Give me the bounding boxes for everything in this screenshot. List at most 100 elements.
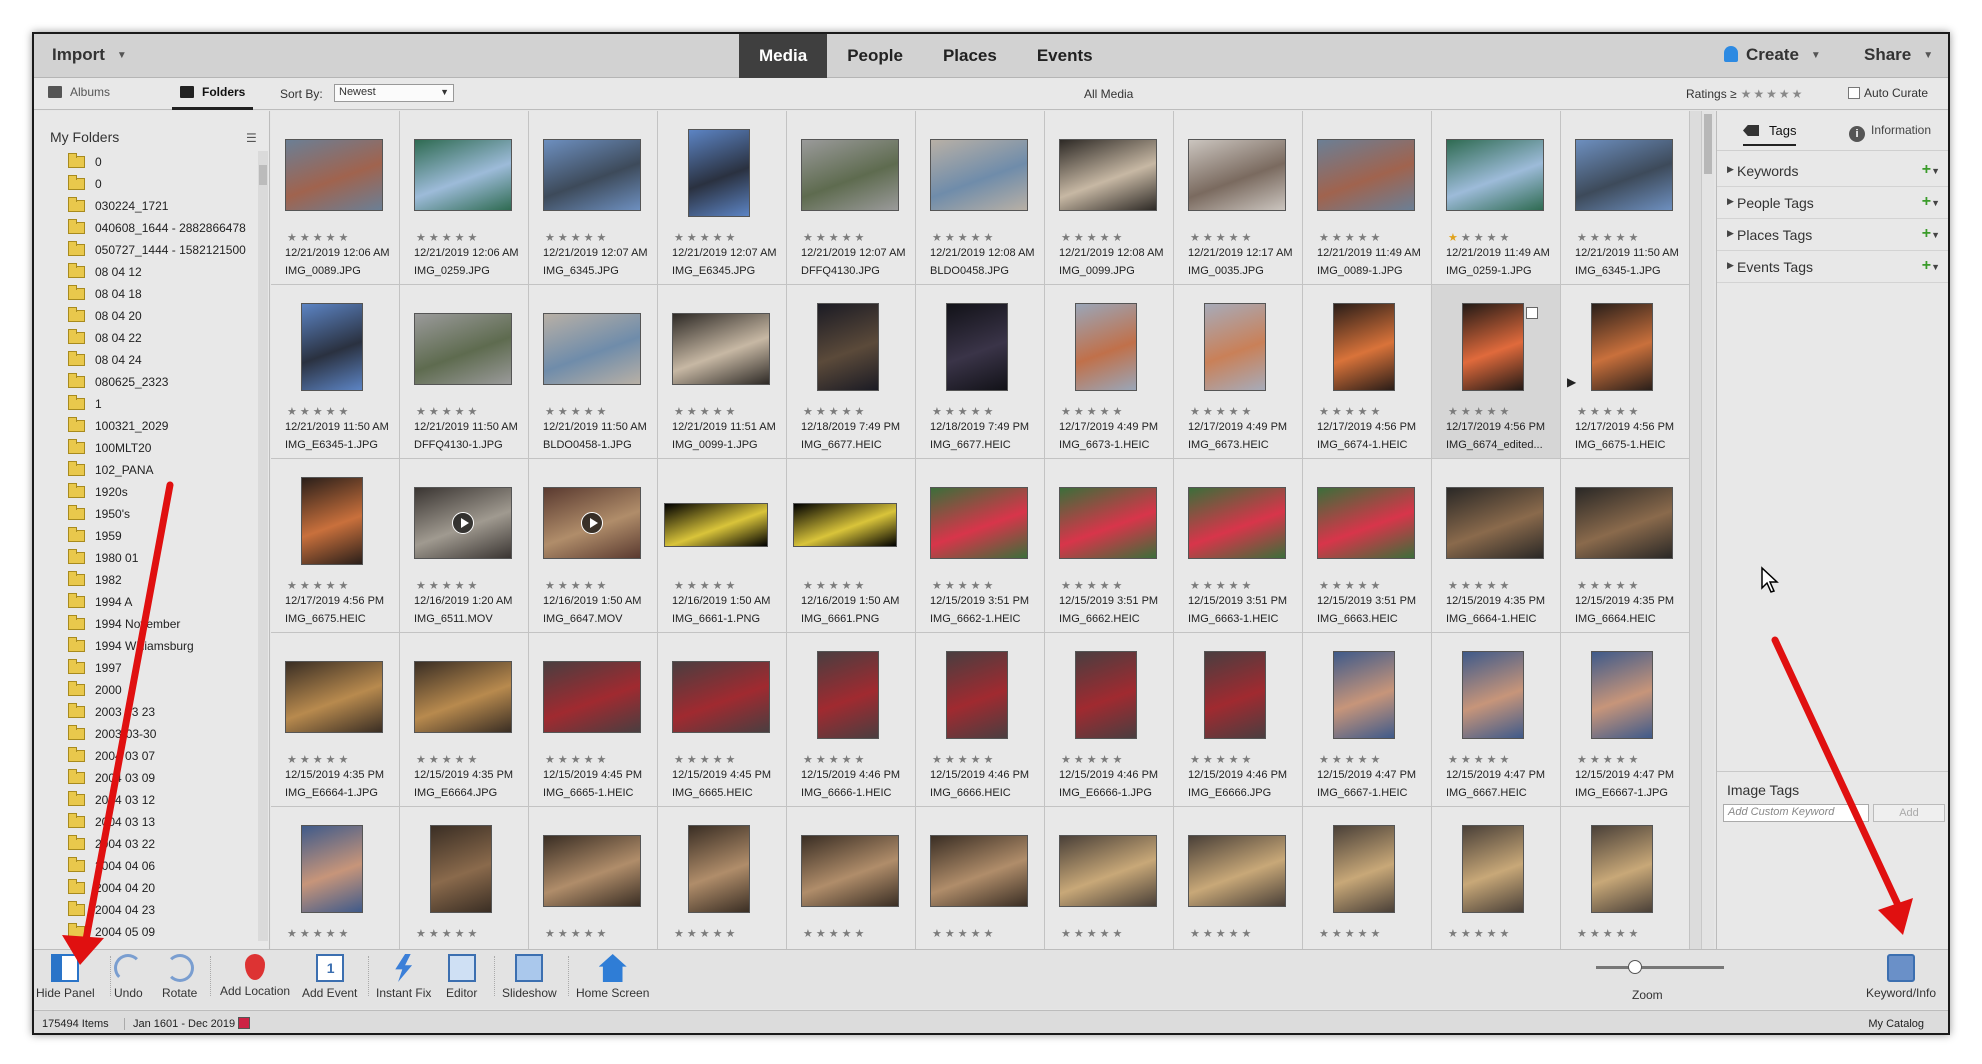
media-tile[interactable]: ★★★★★ 12/21/2019 11:50 AM DFFQ4130-1.JPG <box>400 285 529 459</box>
media-tile[interactable]: ★★★★★ 12/21/2019 12:08 AM BLDO0458.JPG <box>916 111 1045 285</box>
folder-item[interactable]: 08 04 22 <box>68 327 258 349</box>
media-thumbnail[interactable] <box>1462 825 1524 913</box>
media-thumbnail[interactable] <box>793 503 897 547</box>
auto-curate-toggle[interactable]: Auto Curate <box>1848 86 1928 100</box>
folder-item[interactable]: 2004 04 23 <box>68 899 258 921</box>
media-tile[interactable]: ★★★★★ 12/15/2019 4:35 PM IMG_E6664-1.JPG <box>271 633 400 807</box>
folder-item[interactable]: 08 04 20 <box>68 305 258 327</box>
star-rating[interactable]: ★★★★★ <box>1577 405 1641 418</box>
star-rating[interactable]: ★★★★★ <box>1061 405 1125 418</box>
media-thumbnail[interactable] <box>1575 139 1673 211</box>
expand-icon[interactable]: ▶ <box>1727 260 1734 271</box>
media-thumbnail[interactable] <box>1591 651 1653 739</box>
star-rating[interactable]: ★★★★★ <box>932 579 996 592</box>
media-tile[interactable]: ★★★★★ <box>1303 807 1432 949</box>
star-rating[interactable]: ★★★★★ <box>932 405 996 418</box>
star-rating[interactable]: ★★★★★ <box>1190 753 1254 766</box>
media-thumbnail[interactable] <box>930 835 1028 907</box>
star-rating[interactable]: ★★★★★ <box>416 927 480 940</box>
media-thumbnail[interactable] <box>301 477 363 565</box>
star-rating[interactable]: ★★★★★ <box>803 231 867 244</box>
star-rating[interactable]: ★★★★★ <box>1319 405 1383 418</box>
media-thumbnail[interactable] <box>1591 303 1653 391</box>
star-rating[interactable]: ★★★★★ <box>803 927 867 940</box>
media-thumbnail[interactable] <box>1333 825 1395 913</box>
folder-item[interactable]: 0 <box>68 151 258 173</box>
media-tile[interactable]: ★★★★★ <box>916 807 1045 949</box>
people-tags-section[interactable]: ▶ People Tags +▼ <box>1717 187 1948 219</box>
star-rating[interactable]: ★★★★★ <box>1061 231 1125 244</box>
media-thumbnail[interactable] <box>672 313 770 385</box>
media-thumbnail[interactable] <box>946 651 1008 739</box>
star-rating[interactable]: ★★★★★ <box>1319 927 1383 940</box>
media-thumbnail[interactable] <box>1317 139 1415 211</box>
tab-tags[interactable]: Tags <box>1743 123 1797 146</box>
star-rating[interactable]: ★★★★★ <box>287 579 351 592</box>
media-tile[interactable]: ★★★★★ 12/17/2019 4:49 PM IMG_6673-1.HEIC <box>1045 285 1174 459</box>
star-rating[interactable]: ★★★★★ <box>932 753 996 766</box>
media-tile[interactable]: ★★★★★ 12/15/2019 4:45 PM IMG_6665-1.HEIC <box>529 633 658 807</box>
albums-tab[interactable]: Albums <box>48 85 110 99</box>
folder-item[interactable]: 2003 03 23 <box>68 701 258 723</box>
custom-keyword-input[interactable]: Add Custom Keyword <box>1723 804 1869 822</box>
media-thumbnail[interactable] <box>543 835 641 907</box>
keywords-section[interactable]: ▶ Keywords +▼ <box>1717 155 1948 187</box>
star-rating[interactable]: ★★★★★ <box>545 927 609 940</box>
star-rating[interactable]: ★★★★★ <box>416 753 480 766</box>
media-tile[interactable]: ★★★★★ 12/21/2019 11:49 AM IMG_0259-1.JPG <box>1432 111 1561 285</box>
media-tile[interactable]: ★★★★★ 12/15/2019 4:47 PM IMG_6667.HEIC <box>1432 633 1561 807</box>
star-rating[interactable]: ★★★★★ <box>674 405 738 418</box>
media-thumbnail[interactable] <box>1446 487 1544 559</box>
folder-item[interactable]: 030224_1721 <box>68 195 258 217</box>
media-thumbnail[interactable] <box>1204 651 1266 739</box>
media-thumbnail[interactable] <box>414 139 512 211</box>
media-tile[interactable]: ★★★★★ 12/15/2019 4:46 PM IMG_6666.HEIC <box>916 633 1045 807</box>
star-rating[interactable]: ★★★★★ <box>1577 753 1641 766</box>
media-tile[interactable]: ★★★★★ 12/17/2019 4:56 PM IMG_6675-1.HEIC <box>1561 285 1690 459</box>
media-thumbnail[interactable] <box>1333 303 1395 391</box>
media-thumbnail[interactable] <box>1188 835 1286 907</box>
places-tags-section[interactable]: ▶ Places Tags +▼ <box>1717 219 1948 251</box>
media-thumbnail[interactable] <box>1462 303 1524 391</box>
tab-information[interactable]: i Information <box>1849 123 1931 142</box>
add-keyword-icon[interactable]: +▼ <box>1922 161 1940 179</box>
media-tile[interactable]: ★★★★★ 12/15/2019 4:35 PM IMG_6664-1.HEIC <box>1432 459 1561 633</box>
media-thumbnail[interactable] <box>664 503 768 547</box>
media-tile[interactable]: ★★★★★ <box>1561 807 1690 949</box>
folder-item[interactable]: 1994 November <box>68 613 258 635</box>
folder-item[interactable]: 2004 03 12 <box>68 789 258 811</box>
media-thumbnail[interactable] <box>1575 487 1673 559</box>
star-rating[interactable]: ★★★★★ <box>545 753 609 766</box>
expand-icon[interactable]: ▶ <box>1727 196 1734 207</box>
play-icon[interactable] <box>581 512 603 534</box>
folder-item[interactable]: 0 <box>68 173 258 195</box>
hide-panel-button[interactable]: Hide Panel <box>36 954 95 1000</box>
star-rating[interactable]: ★★★★★ <box>545 405 609 418</box>
sort-by-select[interactable]: Newest ▼ <box>334 84 454 102</box>
star-rating[interactable]: ★★★★★ <box>1448 231 1512 244</box>
media-tile[interactable]: ★★★★★ 12/18/2019 7:49 PM IMG_6677.HEIC <box>916 285 1045 459</box>
folder-item[interactable]: 2004 04 20 <box>68 877 258 899</box>
folder-item[interactable]: 08 04 24 <box>68 349 258 371</box>
folder-item[interactable]: 08 04 12 <box>68 261 258 283</box>
folder-item[interactable]: 2004 03 07 <box>68 745 258 767</box>
media-thumbnail[interactable] <box>543 661 641 733</box>
slideshow-button[interactable]: Slideshow <box>502 954 557 1000</box>
expand-icon[interactable]: ▶ <box>1727 228 1734 239</box>
star-rating[interactable]: ★★★★★ <box>545 579 609 592</box>
folder-item[interactable]: 080625_2323 <box>68 371 258 393</box>
star-rating[interactable]: ★★★★★ <box>1061 753 1125 766</box>
media-thumbnail[interactable] <box>414 313 512 385</box>
media-thumbnail[interactable] <box>817 651 879 739</box>
star-rating[interactable]: ★★★★★ <box>416 231 480 244</box>
instant-fix-button[interactable]: Instant Fix <box>376 954 431 1000</box>
media-thumbnail[interactable] <box>1462 651 1524 739</box>
star-rating[interactable]: ★★★★★ <box>1577 231 1641 244</box>
media-thumbnail[interactable] <box>672 661 770 733</box>
media-thumbnail[interactable] <box>801 835 899 907</box>
folder-scrollbar[interactable] <box>258 151 268 941</box>
media-thumbnail[interactable] <box>543 313 641 385</box>
media-thumbnail[interactable] <box>1075 651 1137 739</box>
media-tile[interactable]: ★★★★★ 12/21/2019 11:50 AM IMG_6345-1.JPG <box>1561 111 1690 285</box>
media-thumbnail[interactable] <box>1591 825 1653 913</box>
